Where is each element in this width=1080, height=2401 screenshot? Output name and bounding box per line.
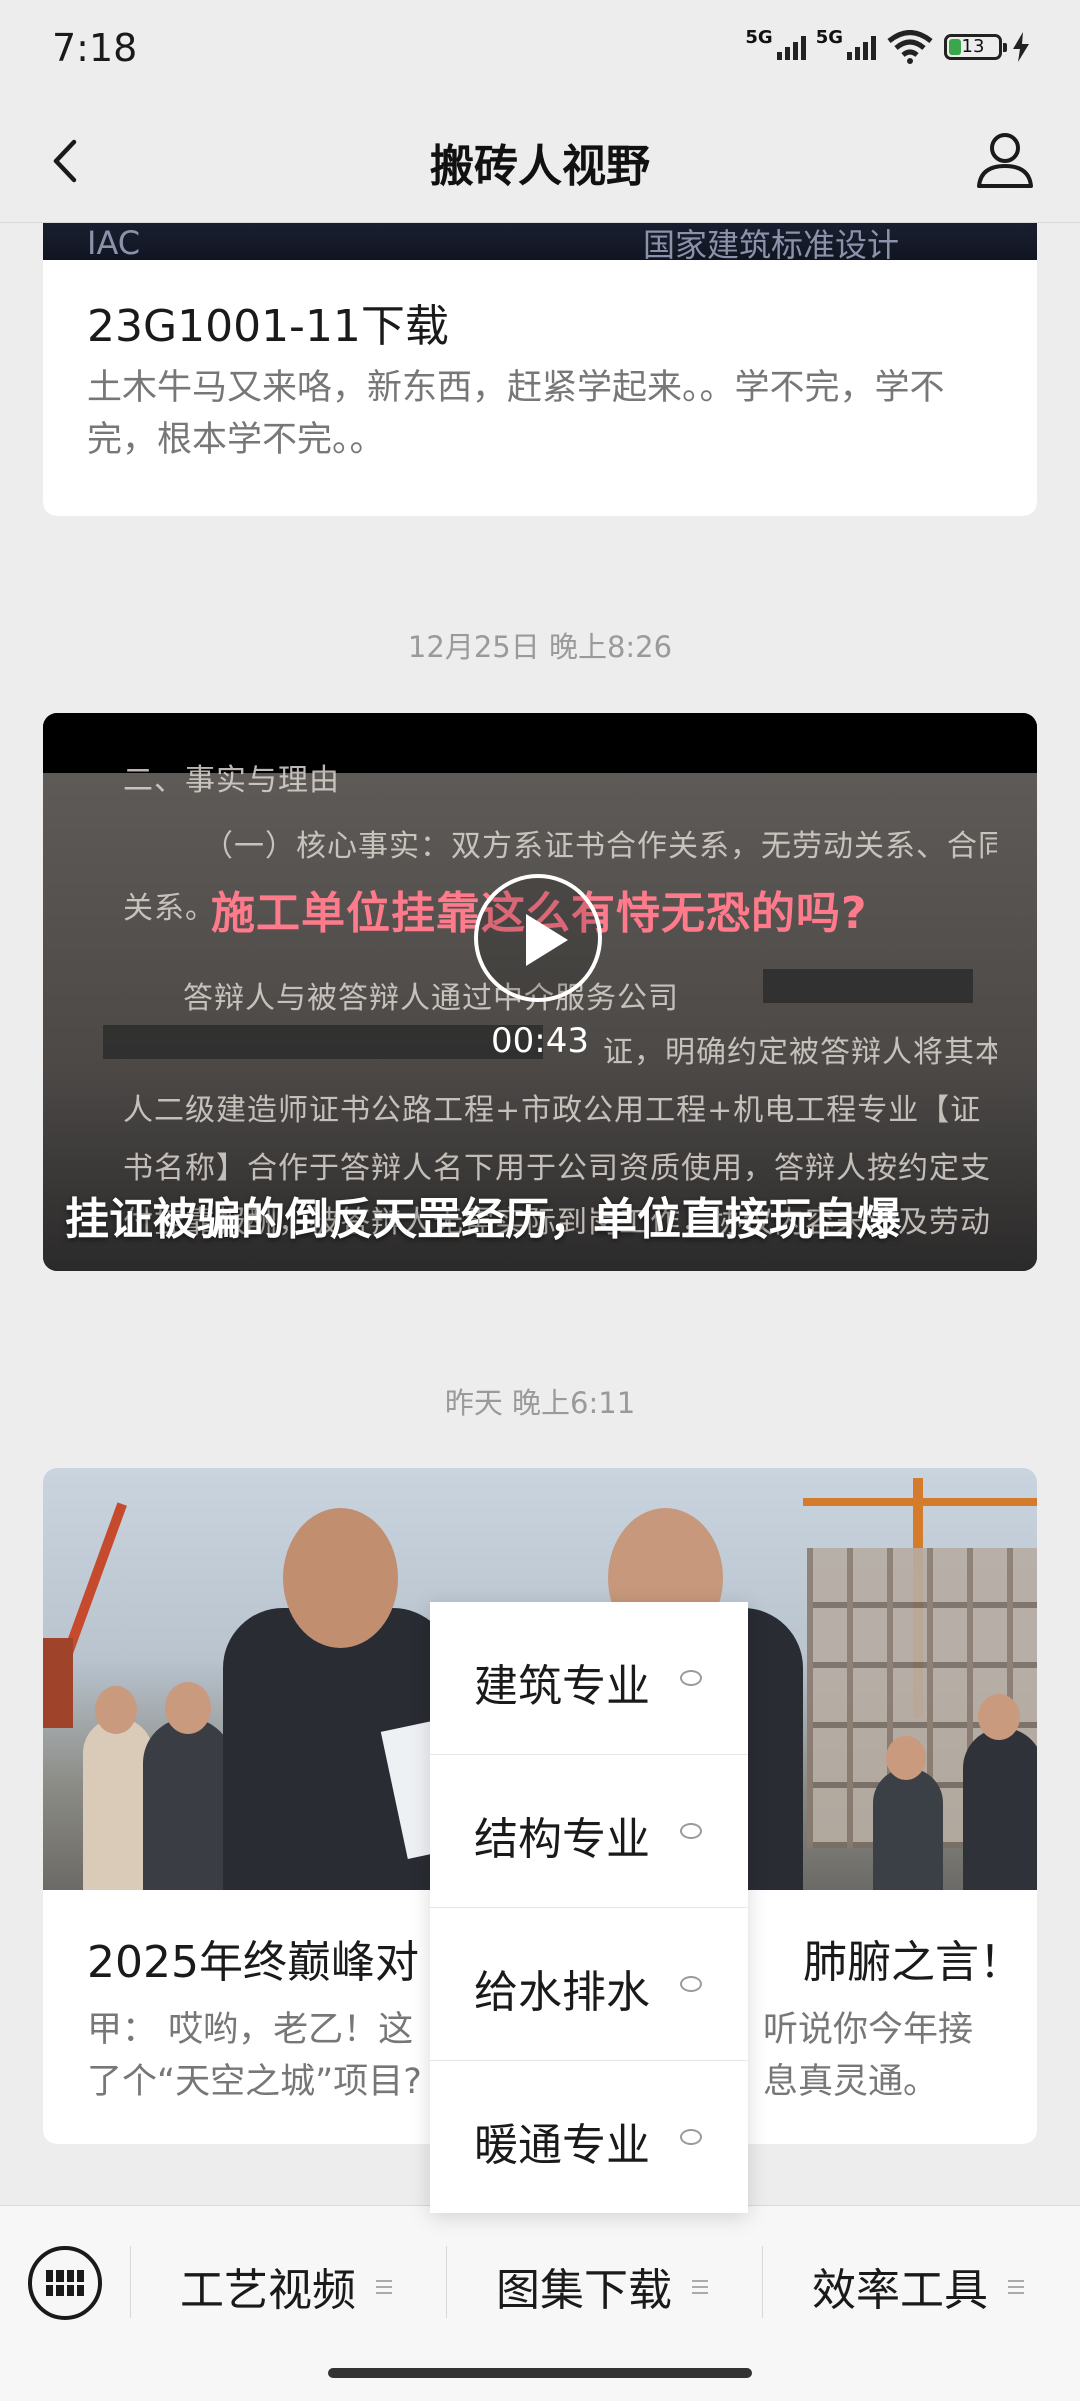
article-cover-image: IAC 国家建筑标准设计 [43,222,1037,264]
article-description-line2-right: 息真灵通。 [763,2062,939,2102]
chat-bubble-icon [680,1823,702,1839]
chat-bubble-icon [680,2129,702,2145]
submenu-lines-icon [1008,2280,1024,2294]
video-card[interactable]: 二、事实与理由 （一）核心事实：双方系证书合作关系，无劳动关系、合同 关系。 答… [43,713,1037,1271]
submenu-label: 建筑专业 [474,1661,650,1712]
menu-item-atlas-download[interactable]: 图集下载 [446,2232,762,2332]
submenu-label: 暖通专业 [474,2120,650,2171]
play-icon[interactable] [474,874,602,1002]
video-duration: 00:43 [491,1021,589,1061]
article-title-left: 2025年终巅峰对 [87,1937,419,1988]
blurred-area [763,969,973,1003]
message-timestamp: 昨天 晚上6:11 [444,1386,636,1420]
status-time: 7:18 [52,26,138,70]
status-icons: 5G 5G 13 [745,26,1030,64]
user-profile-icon[interactable] [974,128,1036,190]
submenu-item-architecture[interactable]: 建筑专业 [430,1602,748,1755]
battery-icon: 13 [944,34,1007,60]
menu-separator [762,2246,763,2318]
menu-label: 效率工具 [812,2265,988,2316]
menu-separator [130,2246,131,2318]
submenu-item-structure[interactable]: 结构专业 [430,1755,748,1908]
home-indicator[interactable] [328,2368,752,2378]
submenu-label: 给水排水 [474,1967,650,2018]
signal-icon-2 [847,34,876,60]
menu-label: 图集下载 [496,2265,672,2316]
submenu-lines-icon [376,2280,392,2294]
submenu-item-hvac[interactable]: 暖通专业 [430,2061,748,2213]
network-type-label-2: 5G [815,26,843,48]
article-description-line1-right: 听说你今年接 [763,2010,974,2050]
status-bar: 7:18 5G 5G 13 [0,0,1080,100]
charging-bolt-icon [1013,32,1029,62]
page-title: 搬砖人视野 [430,141,650,192]
cover-text-right: 国家建筑标准设计 [643,226,900,264]
nav-bar: 搬砖人视野 [0,100,1080,223]
doc-line: （一）核心事实：双方系证书合作关系，无劳动关系、合同 [203,829,997,864]
menu-label: 工艺视频 [180,2265,356,2316]
article-card[interactable]: IAC 国家建筑标准设计 23G1001-11下载 土木牛马又来咯，新东西，赶紧… [43,222,1037,516]
submenu-item-plumbing[interactable]: 给水排水 [430,1908,748,2061]
article-title-right: 肺腑之言！ [803,1937,1023,1988]
article-title: 23G1001-11下载 [87,301,449,352]
submenu-label: 结构专业 [474,1814,650,1865]
battery-level: 13 [961,36,985,57]
menu-separator [446,2246,447,2318]
doc-line: 二、事实与理由 [123,763,340,798]
submenu-popup: 建筑专业 结构专业 给水排水 暖通专业 [430,1602,748,2213]
article-description-line1-left: 甲： 哎哟，老乙！这 [87,2010,414,2050]
cover-text-left: IAC [87,224,141,262]
message-timestamp: 12月25日 晚上8:26 [407,630,673,664]
doc-line: 关系。 [123,891,216,926]
network-type-label: 5G [745,26,773,48]
menu-item-efficiency-tools[interactable]: 效率工具 [762,2232,1080,2332]
chat-bubble-icon [680,1670,702,1686]
menu-item-craft-videos[interactable]: 工艺视频 [130,2232,446,2332]
signal-icon [776,34,806,60]
article-description-line2-left: 了个“天空之城”项目? [87,2062,422,2102]
doc-line: 人二级建造师证书公路工程+市政公用工程+机电工程专业【证 [123,1093,982,1128]
article-description: 土木牛马又来咯，新东西，赶紧学起来。。学不完，学不完，根本学不完。。 [87,368,945,460]
chat-bubble-icon [680,1976,702,1992]
keyboard-icon[interactable] [28,2246,102,2320]
doc-line: 书名称】合作于答辩人名下用于公司资质使用，答辩人按约定支 [123,1151,991,1186]
video-title: 挂证被骗的倒反天罡经历，单位直接玩自爆 [65,1194,901,1245]
submenu-lines-icon [692,2280,708,2294]
wifi-icon [887,30,933,64]
